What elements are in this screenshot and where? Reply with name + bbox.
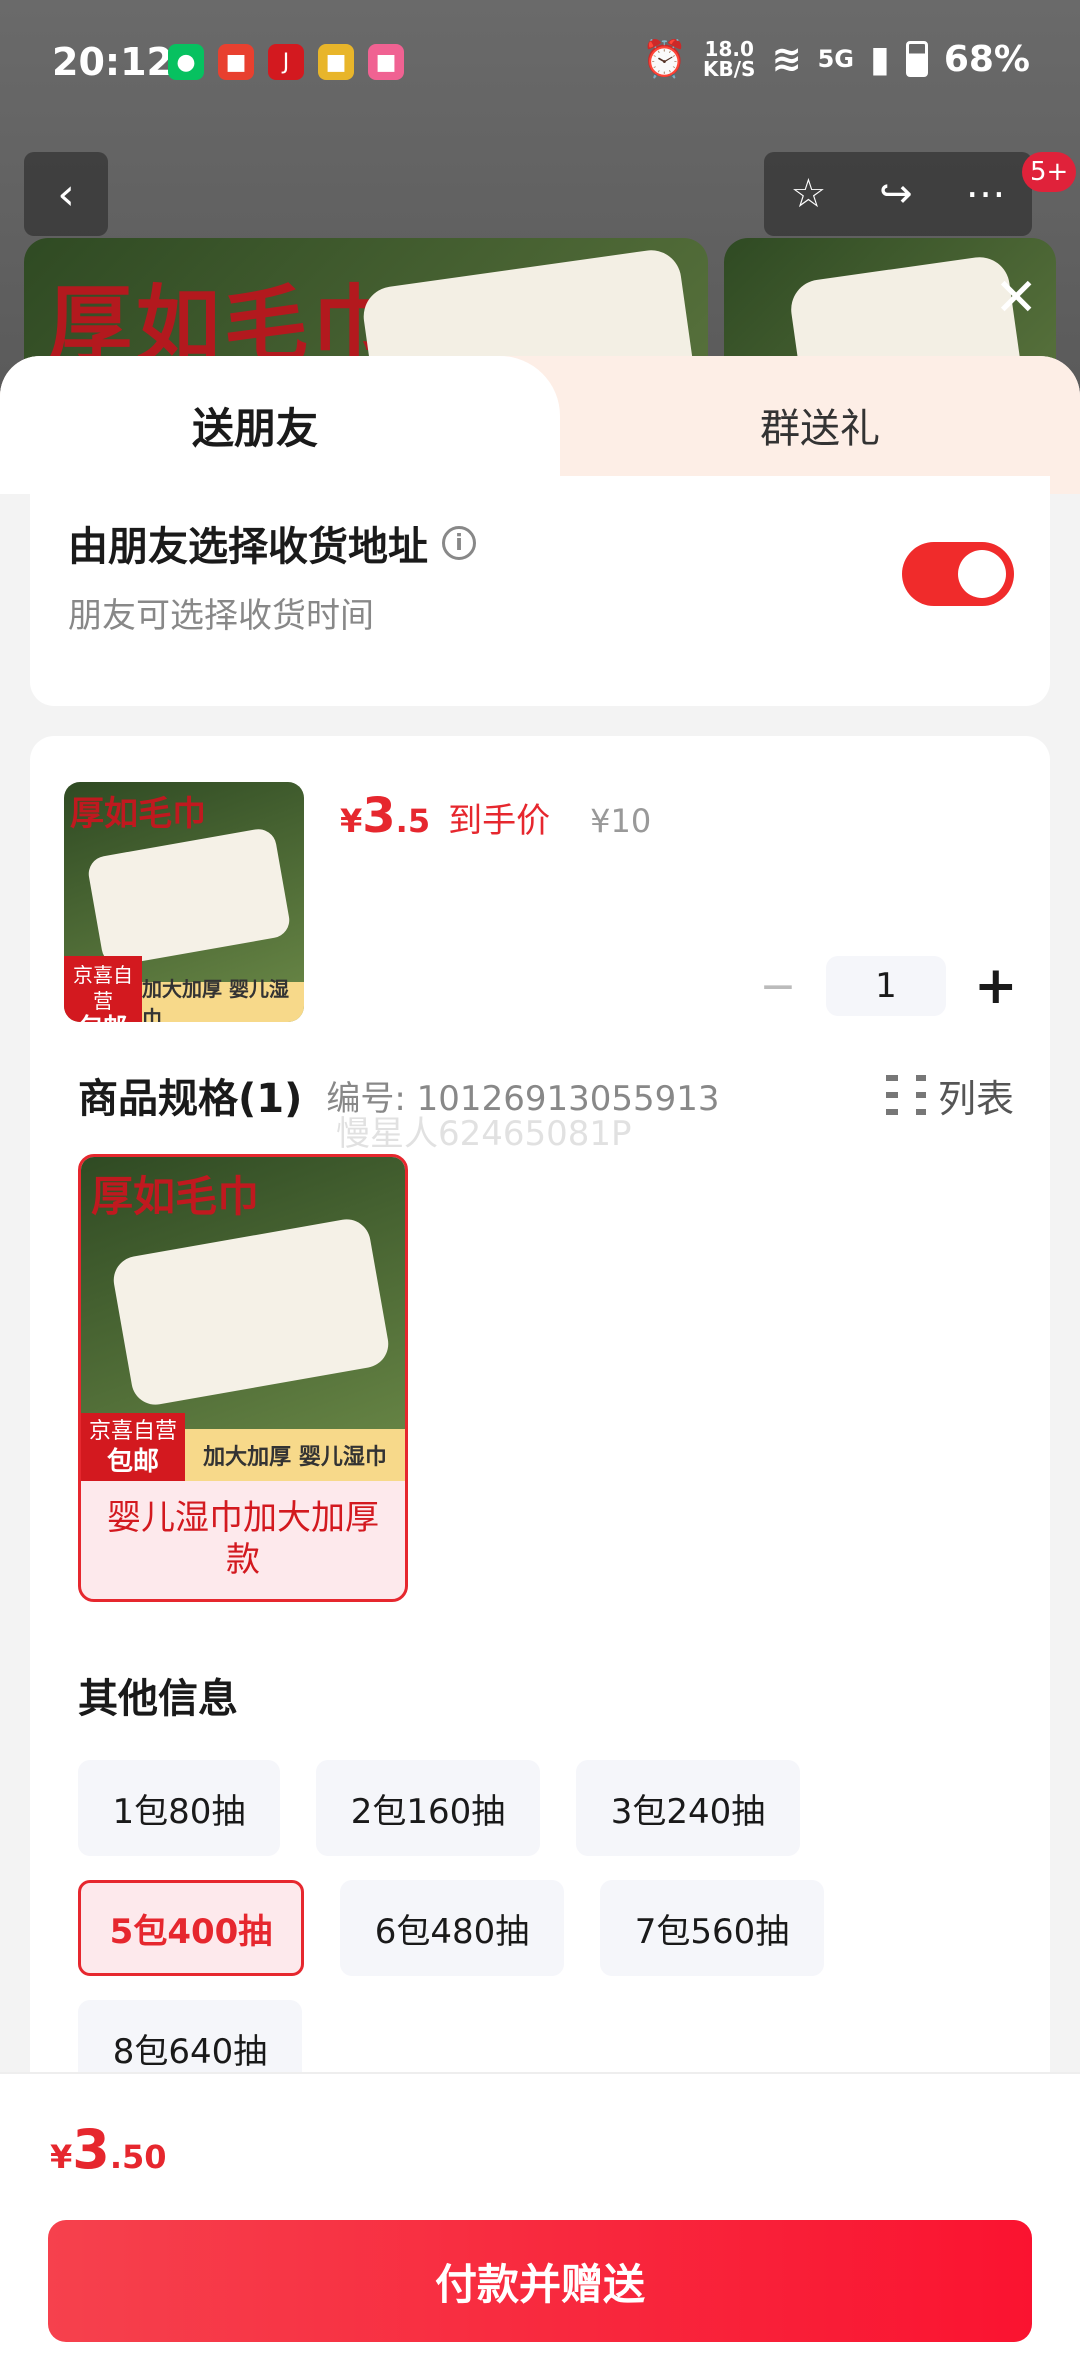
banner-pack-image (359, 246, 697, 368)
spec-title: 商品规格(1) (78, 1076, 303, 1122)
list-view-label: 列表 (937, 1076, 1014, 1121)
address-card: 由朋友选择收货地址 i 朋友可选择收货时间 (30, 476, 1050, 706)
sku-image: 厚如毛巾 京喜自营 包邮 加大加厚 婴儿湿巾 (81, 1157, 405, 1481)
product-thumbnail: 厚如毛巾 京喜自营 包邮 加大加厚 婴儿湿巾 (64, 782, 304, 1022)
notification-badge: 5+ (1022, 152, 1077, 192)
close-icon[interactable]: ✕ (994, 268, 1038, 328)
net-speed: 18.0 KB/S (702, 37, 756, 81)
option-6[interactable]: 7包560抽 (600, 1880, 824, 1976)
bottom-bar: ¥ 3 .50 付款并赠送 (0, 2072, 1080, 2376)
sku-badge: 京喜自营 包邮 (81, 1413, 185, 1481)
sku-pack-image (109, 1215, 393, 1409)
address-title: 由朋友选择收货地址 i (68, 514, 476, 572)
thumbnail-title: 厚如毛巾 (70, 794, 206, 834)
alarm-icon: ⏰ (642, 39, 687, 80)
price-integer: 3 (362, 788, 396, 844)
price-decimal: .5 (395, 802, 431, 840)
battery-level: 68% (943, 38, 1030, 80)
pay-and-gift-button[interactable]: 付款并赠送 (48, 2220, 1032, 2342)
thumbnail-strip: 加大加厚 婴儿湿巾 (142, 977, 304, 1022)
status-time: 20:12 (52, 40, 173, 84)
more-icon[interactable]: ⋯ (966, 171, 1006, 217)
option-5[interactable]: 6包480抽 (340, 1880, 564, 1976)
total-integer: 3 (72, 2118, 110, 2181)
star-icon[interactable]: ☆ (790, 171, 826, 217)
signal-icon: ▮ (870, 38, 890, 80)
app-icon: ■ (318, 44, 354, 80)
decrease-button[interactable]: − (758, 961, 798, 1012)
banner-image: 厚如毛巾 (24, 238, 708, 368)
total-decimal: .50 (109, 2138, 167, 2176)
option-3[interactable]: 3包240抽 (576, 1760, 800, 1856)
info-icon[interactable]: i (442, 526, 476, 560)
price-label: 到手价 (448, 801, 551, 841)
increase-button[interactable]: + (974, 956, 1018, 1016)
quantity-value[interactable]: 1 (826, 956, 946, 1016)
banner-pack-image (787, 253, 1025, 368)
thumbnail-badge: 京喜自营 包邮 (64, 956, 142, 1022)
sku-strip: 加大加厚 婴儿湿巾 (185, 1429, 405, 1481)
total-currency: ¥ (50, 2138, 73, 2176)
app-icon: ■ (218, 44, 254, 80)
share-icon[interactable]: ↪ (879, 171, 913, 217)
list-icon (885, 1075, 926, 1115)
option-selected[interactable]: 5包400抽 (78, 1880, 304, 1976)
jd-icon: J (268, 44, 304, 80)
wifi-icon: ≋ (771, 38, 802, 80)
sku-image-title: 厚如毛巾 (91, 1172, 260, 1221)
status-bar: 20:12 ● ■ J ■ ■ ⏰ 18.0 KB/S ≋ 5G ▮ 68% (0, 0, 1080, 130)
list-view-button[interactable]: 列表 (885, 1068, 1014, 1123)
price-currency: ¥ (340, 802, 363, 840)
app-icon: ■ (368, 44, 404, 80)
status-indicators: ⏰ 18.0 KB/S ≋ 5G ▮ 68% (642, 37, 1030, 81)
price-row: ¥ 3 .5 到手价 ¥10 (340, 788, 651, 844)
sku-label: 婴儿湿巾加大加厚款 (107, 1498, 379, 1580)
thumbnail-pack-image (85, 826, 293, 968)
wechat-icon: ● (168, 44, 204, 80)
sku-option-selected[interactable]: 厚如毛巾 京喜自营 包邮 加大加厚 婴儿湿巾 婴儿湿巾加大加厚款 (78, 1154, 408, 1602)
tab-send-friend[interactable]: 送朋友 (0, 356, 560, 494)
original-price: ¥10 (590, 802, 652, 840)
other-info-title: 其他信息 (78, 1676, 238, 1722)
gift-tabs: 群送礼 送朋友 (0, 356, 1080, 494)
total-price: ¥ 3 .50 (50, 2118, 167, 2181)
back-button[interactable]: ‹ (24, 152, 108, 236)
option-1[interactable]: 1包80抽 (78, 1760, 280, 1856)
status-app-icons: ● ■ J ■ ■ (168, 44, 404, 80)
option-2[interactable]: 2包160抽 (316, 1760, 540, 1856)
quantity-stepper: − 1 + (758, 956, 1018, 1016)
battery-icon (905, 41, 928, 77)
banner-title: 厚如毛巾 (48, 276, 401, 368)
address-toggle[interactable] (902, 542, 1014, 606)
address-subtitle: 朋友可选择收货时间 (68, 596, 374, 636)
signal-label: 5G (817, 45, 855, 73)
tab-group-gift[interactable]: 群送礼 (560, 356, 1080, 494)
watermark: 慢星人62465081P (336, 1114, 632, 1154)
toggle-knob (958, 550, 1006, 598)
nav-actions: ☆ ↪ ⋯ (764, 152, 1032, 236)
